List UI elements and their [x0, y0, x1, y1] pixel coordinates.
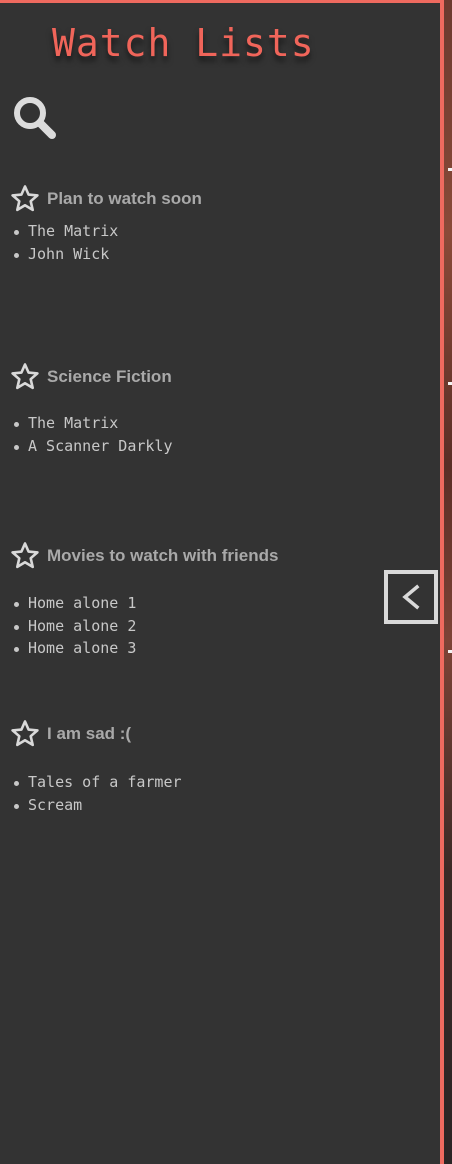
- chevron-left-icon: [402, 584, 420, 610]
- list-item[interactable]: Home alone 1: [0, 592, 136, 615]
- list-header[interactable]: I am sad :(: [10, 719, 131, 749]
- list-item[interactable]: Scream: [0, 794, 182, 817]
- list-item[interactable]: John Wick: [0, 243, 118, 266]
- list-header[interactable]: Plan to watch soon: [10, 184, 202, 214]
- list-title: Movies to watch with friends: [47, 546, 279, 565]
- edge-mark: [448, 382, 452, 385]
- list-title: I am sad :(: [47, 724, 132, 743]
- list-header[interactable]: Science Fiction: [10, 362, 172, 392]
- list-title: Plan to watch soon: [47, 189, 202, 208]
- edge-mark: [448, 168, 452, 171]
- list-item[interactable]: The Matrix: [0, 220, 118, 243]
- star-outline-icon[interactable]: [10, 362, 40, 392]
- list-item[interactable]: Home alone 3: [0, 637, 136, 660]
- search-button[interactable]: [10, 93, 60, 143]
- list-items: Home alone 1 Home alone 2 Home alone 3: [0, 592, 136, 660]
- star-outline-icon[interactable]: [10, 184, 40, 214]
- list-title: Science Fiction: [47, 367, 172, 386]
- list-items: The Matrix A Scanner Darkly: [0, 412, 173, 457]
- background-edge: [448, 0, 452, 1164]
- list-item[interactable]: Tales of a farmer: [0, 771, 182, 794]
- list-item[interactable]: The Matrix: [0, 412, 173, 435]
- search-icon: [14, 97, 56, 139]
- star-outline-icon[interactable]: [10, 719, 40, 749]
- watch-lists-panel: Watch Lists Plan to watch soon The Matri…: [0, 0, 444, 1164]
- list-items: Tales of a farmer Scream: [0, 771, 182, 816]
- page-title: Watch Lists: [52, 21, 315, 65]
- list-item[interactable]: Home alone 2: [0, 615, 136, 638]
- list-header[interactable]: Movies to watch with friends: [10, 541, 278, 571]
- star-outline-icon[interactable]: [10, 541, 40, 571]
- list-item[interactable]: A Scanner Darkly: [0, 435, 173, 458]
- list-items: The Matrix John Wick: [0, 220, 118, 265]
- edge-mark: [448, 650, 452, 653]
- collapse-panel-button[interactable]: [384, 570, 438, 624]
